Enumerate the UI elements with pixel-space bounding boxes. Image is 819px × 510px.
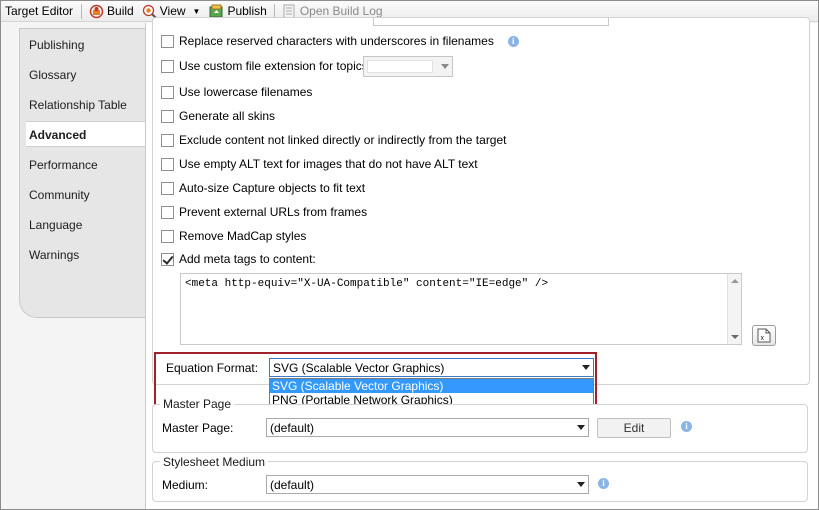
publish-label: Publish bbox=[227, 4, 267, 18]
equation-format-label: Equation Format: bbox=[166, 361, 259, 375]
document-icon: x bbox=[757, 328, 771, 343]
medium-label: Medium: bbox=[162, 478, 209, 492]
editor-title: Target Editor bbox=[5, 4, 74, 18]
chevron-down-icon bbox=[441, 64, 449, 69]
checkbox[interactable] bbox=[161, 157, 174, 171]
scroll-up-icon[interactable] bbox=[731, 279, 739, 283]
file-extension-input bbox=[367, 60, 433, 73]
edit-master-page-button[interactable]: Edit bbox=[597, 418, 671, 438]
tab-advanced[interactable]: Advanced bbox=[26, 121, 147, 147]
chevron-down-icon bbox=[577, 482, 585, 487]
checkbox[interactable] bbox=[161, 109, 174, 123]
tab-publishing[interactable]: Publishing bbox=[29, 35, 147, 55]
checkbox[interactable] bbox=[161, 59, 174, 73]
master-page-label: Master Page: bbox=[162, 421, 234, 435]
option-prevent-external-urls[interactable]: Prevent external URLs from frames bbox=[161, 204, 367, 220]
checkbox[interactable] bbox=[161, 133, 174, 147]
build-button[interactable]: Build bbox=[86, 2, 139, 21]
option-lowercase-filenames[interactable]: Use lowercase filenames bbox=[161, 84, 312, 100]
meta-tags-content: <meta http-equiv="X-UA-Compatible" conte… bbox=[185, 278, 549, 290]
view-label: View bbox=[159, 4, 186, 18]
option-replace-reserved-chars[interactable]: Replace reserved characters with undersc… bbox=[161, 33, 519, 49]
option-auto-size-capture[interactable]: Auto-size Capture objects to fit text bbox=[161, 180, 365, 196]
toolbar-separator bbox=[81, 3, 83, 19]
checkbox[interactable] bbox=[161, 34, 174, 48]
checkbox[interactable] bbox=[161, 85, 174, 99]
target-editor-window: Target Editor Build View ▼ Publish Open … bbox=[0, 0, 819, 510]
checkbox[interactable] bbox=[161, 229, 174, 243]
insert-variable-button[interactable]: x bbox=[752, 325, 776, 346]
tab-community[interactable]: Community bbox=[29, 185, 147, 205]
info-icon[interactable]: i bbox=[507, 35, 519, 47]
option-label: Auto-size Capture objects to fit text bbox=[179, 181, 366, 195]
chevron-down-icon bbox=[577, 425, 585, 430]
option-generate-all-skins[interactable]: Generate all skins bbox=[161, 108, 275, 124]
info-icon[interactable]: i bbox=[598, 478, 609, 489]
scroll-down-icon[interactable] bbox=[731, 335, 739, 339]
option-label: Prevent external URLs from frames bbox=[179, 205, 368, 219]
checkbox[interactable] bbox=[161, 181, 174, 195]
option-label: Exclude content not linked directly or i… bbox=[179, 133, 507, 147]
meta-tags-textarea[interactable]: <meta http-equiv="X-UA-Compatible" conte… bbox=[180, 273, 742, 345]
checkbox[interactable] bbox=[161, 205, 174, 219]
tab-strip: Publishing Glossary Relationship Table A… bbox=[19, 28, 147, 318]
svg-text:x: x bbox=[761, 335, 765, 342]
option-label: Use custom file extension for topics bbox=[179, 59, 368, 73]
option-empty-alt-text[interactable]: Use empty ALT text for images that do no… bbox=[161, 156, 478, 172]
advanced-settings-panel: Replace reserved characters with undersc… bbox=[145, 17, 818, 509]
stylesheet-medium-group-title: Stylesheet Medium bbox=[160, 455, 269, 469]
cropped-field bbox=[373, 18, 609, 26]
option-label: Replace reserved characters with undersc… bbox=[179, 34, 494, 48]
option-add-meta-tags[interactable]: Add meta tags to content: bbox=[161, 251, 316, 267]
option-remove-madcap-styles[interactable]: Remove MadCap styles bbox=[161, 228, 306, 244]
option-exclude-unlinked-content[interactable]: Exclude content not linked directly or i… bbox=[161, 132, 507, 148]
equation-format-value: SVG (Scalable Vector Graphics) bbox=[273, 360, 445, 375]
option-label: Remove MadCap styles bbox=[179, 229, 307, 243]
equation-format-dropdown[interactable]: SVG (Scalable Vector Graphics) bbox=[269, 358, 594, 377]
open-build-log-label: Open Build Log bbox=[299, 4, 383, 18]
master-page-dropdown[interactable]: (default) bbox=[266, 418, 589, 437]
option-label: Use empty ALT text for images that do no… bbox=[179, 157, 478, 171]
textarea-scrollbar[interactable] bbox=[727, 274, 741, 344]
tab-glossary[interactable]: Glossary bbox=[29, 65, 147, 85]
build-icon bbox=[89, 4, 104, 19]
option-label: Use lowercase filenames bbox=[179, 85, 313, 99]
option-label: Add meta tags to content: bbox=[179, 252, 316, 266]
checkbox-checked[interactable] bbox=[161, 252, 174, 266]
tab-language[interactable]: Language bbox=[29, 215, 147, 235]
file-extension-dropdown[interactable] bbox=[363, 56, 453, 77]
build-label: Build bbox=[107, 4, 134, 18]
info-icon[interactable]: i bbox=[681, 421, 692, 432]
tab-relationship-table[interactable]: Relationship Table bbox=[29, 95, 147, 115]
equation-option-svg[interactable]: SVG (Scalable Vector Graphics) bbox=[270, 379, 593, 393]
option-custom-file-extension[interactable]: Use custom file extension for topics bbox=[161, 58, 368, 74]
medium-dropdown[interactable]: (default) bbox=[266, 475, 589, 494]
chevron-down-icon bbox=[582, 365, 590, 370]
option-label: Generate all skins bbox=[179, 109, 276, 123]
master-page-value: (default) bbox=[270, 420, 315, 435]
master-page-group-title: Master Page bbox=[160, 397, 235, 411]
tab-performance[interactable]: Performance bbox=[29, 155, 147, 175]
view-dropdown-icon[interactable]: ▼ bbox=[193, 7, 201, 16]
medium-value: (default) bbox=[270, 477, 315, 492]
tab-warnings[interactable]: Warnings bbox=[29, 245, 147, 265]
